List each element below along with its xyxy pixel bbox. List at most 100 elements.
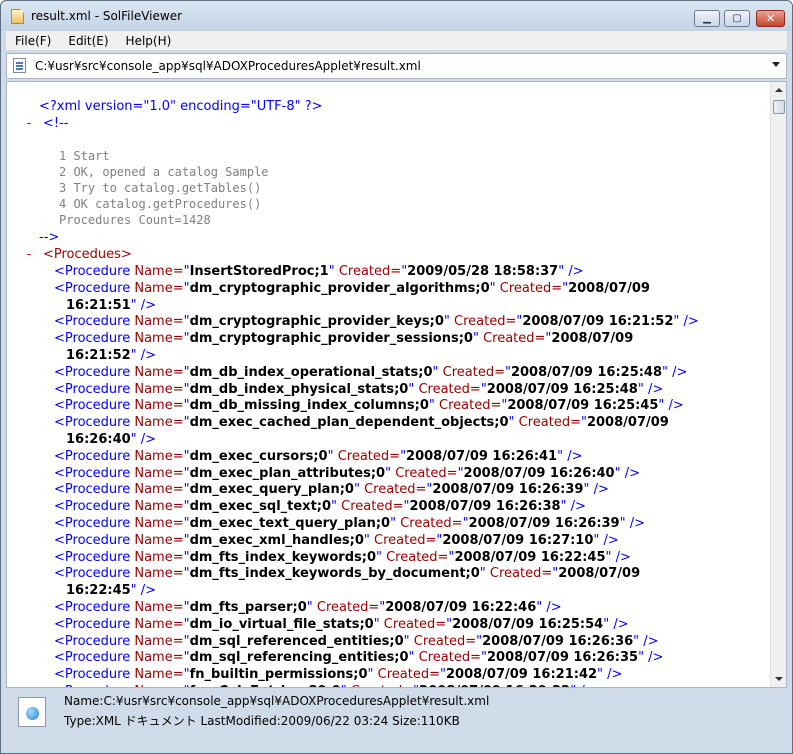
created-attr: Created= bbox=[478, 331, 546, 346]
created-attr: Created= bbox=[495, 281, 563, 296]
scroll-down-icon[interactable] bbox=[775, 677, 783, 681]
maximize-button[interactable]: ▢ bbox=[724, 10, 750, 27]
created-attr: Created= bbox=[334, 264, 402, 279]
procedure-line: <Procedure Name="fn_builtin_permissions;… bbox=[54, 666, 622, 683]
created-attr: Created= bbox=[373, 667, 440, 682]
procedure-line: <Procedure Name="dm_db_index_physical_st… bbox=[54, 381, 663, 398]
procedure-tag: <Procedure bbox=[54, 617, 135, 632]
collapse-toggle[interactable]: - bbox=[25, 247, 33, 262]
tag-close: /> bbox=[136, 348, 157, 363]
tag-close: /> bbox=[576, 684, 595, 687]
created-value: 2008/07/09 16:29:22 bbox=[419, 684, 570, 687]
procedure-name: dm_exec_xml_handles;0 bbox=[189, 533, 364, 548]
minimize-button[interactable]: ▁ bbox=[694, 10, 720, 27]
procedure-line: <Procedure Name="dm_exec_query_plan;0" C… bbox=[54, 481, 609, 498]
name-attr: Name= bbox=[134, 415, 184, 430]
procedure-line: <Procedure Name="fn_cColvEntries_80;0" C… bbox=[54, 683, 596, 687]
procedure-line: <Procedure Name="dm_db_missing_index_col… bbox=[54, 397, 684, 414]
created-value: 2008/07/09 bbox=[586, 415, 669, 430]
procedure-line: <Procedure Name="dm_fts_index_keywords_b… bbox=[54, 565, 640, 582]
tag-close: /> bbox=[566, 499, 586, 514]
procedure-name: dm_sql_referencing_entities;0 bbox=[189, 650, 409, 665]
created-value: 2008/07/09 16:22:45 bbox=[454, 550, 606, 565]
vertical-scrollbar[interactable] bbox=[770, 82, 786, 687]
tag-close: /> bbox=[664, 398, 684, 413]
comment-close: --> bbox=[39, 230, 60, 245]
name-attr: Name= bbox=[134, 281, 184, 296]
created-attr: Created= bbox=[438, 365, 505, 380]
name-attr: Name= bbox=[134, 398, 184, 413]
procedure-name: dm_cryptographic_provider_keys;0 bbox=[189, 314, 444, 329]
created-attr: Created= bbox=[434, 398, 502, 413]
menu-file[interactable]: File(F) bbox=[6, 34, 59, 48]
name-attr: Name= bbox=[134, 550, 184, 565]
procedure-tag: <Procedure bbox=[54, 365, 135, 380]
procedure-name: dm_db_index_physical_stats;0 bbox=[189, 382, 409, 397]
procedure-name: dm_exec_cursors;0 bbox=[189, 449, 328, 464]
procedure-tag: <Procedure bbox=[54, 650, 135, 665]
procedure-line: <Procedure Name="dm_cryptographic_provid… bbox=[54, 313, 699, 330]
tag-close: /> bbox=[542, 600, 562, 615]
created-value: 2008/07/09 16:25:54 bbox=[452, 617, 604, 632]
tag-close: /> bbox=[136, 432, 157, 447]
name-attr: Name= bbox=[134, 533, 184, 548]
procedure-name: dm_exec_query_plan;0 bbox=[189, 482, 354, 497]
created-attr: Created= bbox=[333, 449, 401, 464]
procedure-tag: <Procedure bbox=[54, 466, 135, 481]
created-value: 2008/07/09 16:26:39 bbox=[468, 516, 620, 531]
tag-close: /> bbox=[643, 382, 664, 397]
title-bar[interactable]: result.xml - SolFileViewer ▁ ▢ ✕ bbox=[1, 1, 792, 31]
procedure-line: <Procedure Name="InsertStoredProc;1" Cre… bbox=[54, 263, 584, 280]
tag-close: /> bbox=[644, 650, 664, 665]
created-value: 2008/07/09 16:26:38 bbox=[409, 499, 561, 514]
procedure-name: dm_db_missing_index_columns;0 bbox=[189, 398, 429, 413]
procedure-tag: <Procedure bbox=[54, 499, 135, 514]
created-attr: Created= bbox=[409, 634, 477, 649]
app-window: result.xml - SolFileViewer ▁ ▢ ✕ File(F)… bbox=[0, 0, 793, 754]
procedure-line: <Procedure Name="dm_cryptographic_provid… bbox=[54, 330, 633, 347]
tag-close: /> bbox=[599, 533, 619, 548]
procedure-name: dm_exec_cached_plan_dependent_objects;0 bbox=[189, 415, 509, 430]
tag-close: /> bbox=[611, 550, 631, 565]
scroll-thumb[interactable] bbox=[773, 100, 785, 114]
menu-edit[interactable]: Edit(E) bbox=[59, 34, 116, 48]
name-attr: Name= bbox=[134, 516, 184, 531]
address-bar[interactable]: C:¥usr¥src¥console_app¥sql¥ADOXProcedure… bbox=[6, 53, 787, 79]
tag-close: /> bbox=[564, 264, 584, 279]
tag-close: /> bbox=[603, 667, 623, 682]
name-attr: Name= bbox=[134, 264, 184, 279]
close-button[interactable]: ✕ bbox=[756, 10, 785, 27]
procedure-tag: <Procedure bbox=[54, 516, 135, 531]
created-value: 2008/07/09 16:25:48 bbox=[510, 365, 663, 380]
scroll-up-icon[interactable] bbox=[775, 88, 783, 92]
procedure-line: <Procedure Name="dm_exec_xml_handles;0" … bbox=[54, 532, 619, 549]
created-attr: Created= bbox=[359, 482, 427, 497]
address-dropdown-icon[interactable] bbox=[772, 62, 780, 67]
created-attr: Created= bbox=[337, 499, 404, 514]
created-value: 2008/07/09 16:25:45 bbox=[507, 398, 659, 413]
tag-close: /> bbox=[563, 449, 583, 464]
procedure-tag: <Procedure bbox=[54, 533, 135, 548]
procedure-name: dm_fts_parser;0 bbox=[189, 600, 307, 615]
status-name: Name:C:¥usr¥src¥console_app¥sql¥ADOXProc… bbox=[64, 694, 490, 708]
procedure-line: <Procedure Name="dm_fts_parser;0" Create… bbox=[54, 599, 562, 616]
collapse-toggle[interactable]: - bbox=[25, 116, 33, 131]
created-value: 2008/07/09 bbox=[558, 566, 641, 581]
xml-view[interactable]: <?xml version="1.0" encoding="UTF-8" ?> … bbox=[6, 81, 787, 688]
status-type: Type:XML ドキュメント LastModified:2009/06/22 … bbox=[64, 714, 460, 728]
menu-help[interactable]: Help(H) bbox=[117, 34, 180, 48]
name-attr: Name= bbox=[134, 499, 184, 514]
procedure-name: dm_cryptographic_provider_algorithms;0 bbox=[189, 281, 490, 296]
created-value: 2008/07/09 16:22:46 bbox=[385, 600, 537, 615]
comment-open: <!-- bbox=[42, 116, 69, 131]
menu-bar: File(F) Edit(E) Help(H) bbox=[6, 31, 787, 50]
procedure-name: dm_fts_index_keywords;0 bbox=[189, 550, 376, 565]
created-value: 2008/07/09 16:21:42 bbox=[445, 667, 598, 682]
comment-open-line: - <!-- bbox=[25, 115, 68, 132]
name-attr: Name= bbox=[134, 466, 184, 481]
procedure-line: <Procedure Name="dm_exec_cached_plan_dep… bbox=[54, 414, 669, 431]
procedure-tag: <Procedure bbox=[54, 264, 135, 279]
created-attr: Created= bbox=[391, 466, 458, 481]
procedure-name: dm_cryptographic_provider_sessions;0 bbox=[189, 331, 473, 346]
created-attr: Created= bbox=[449, 314, 517, 329]
